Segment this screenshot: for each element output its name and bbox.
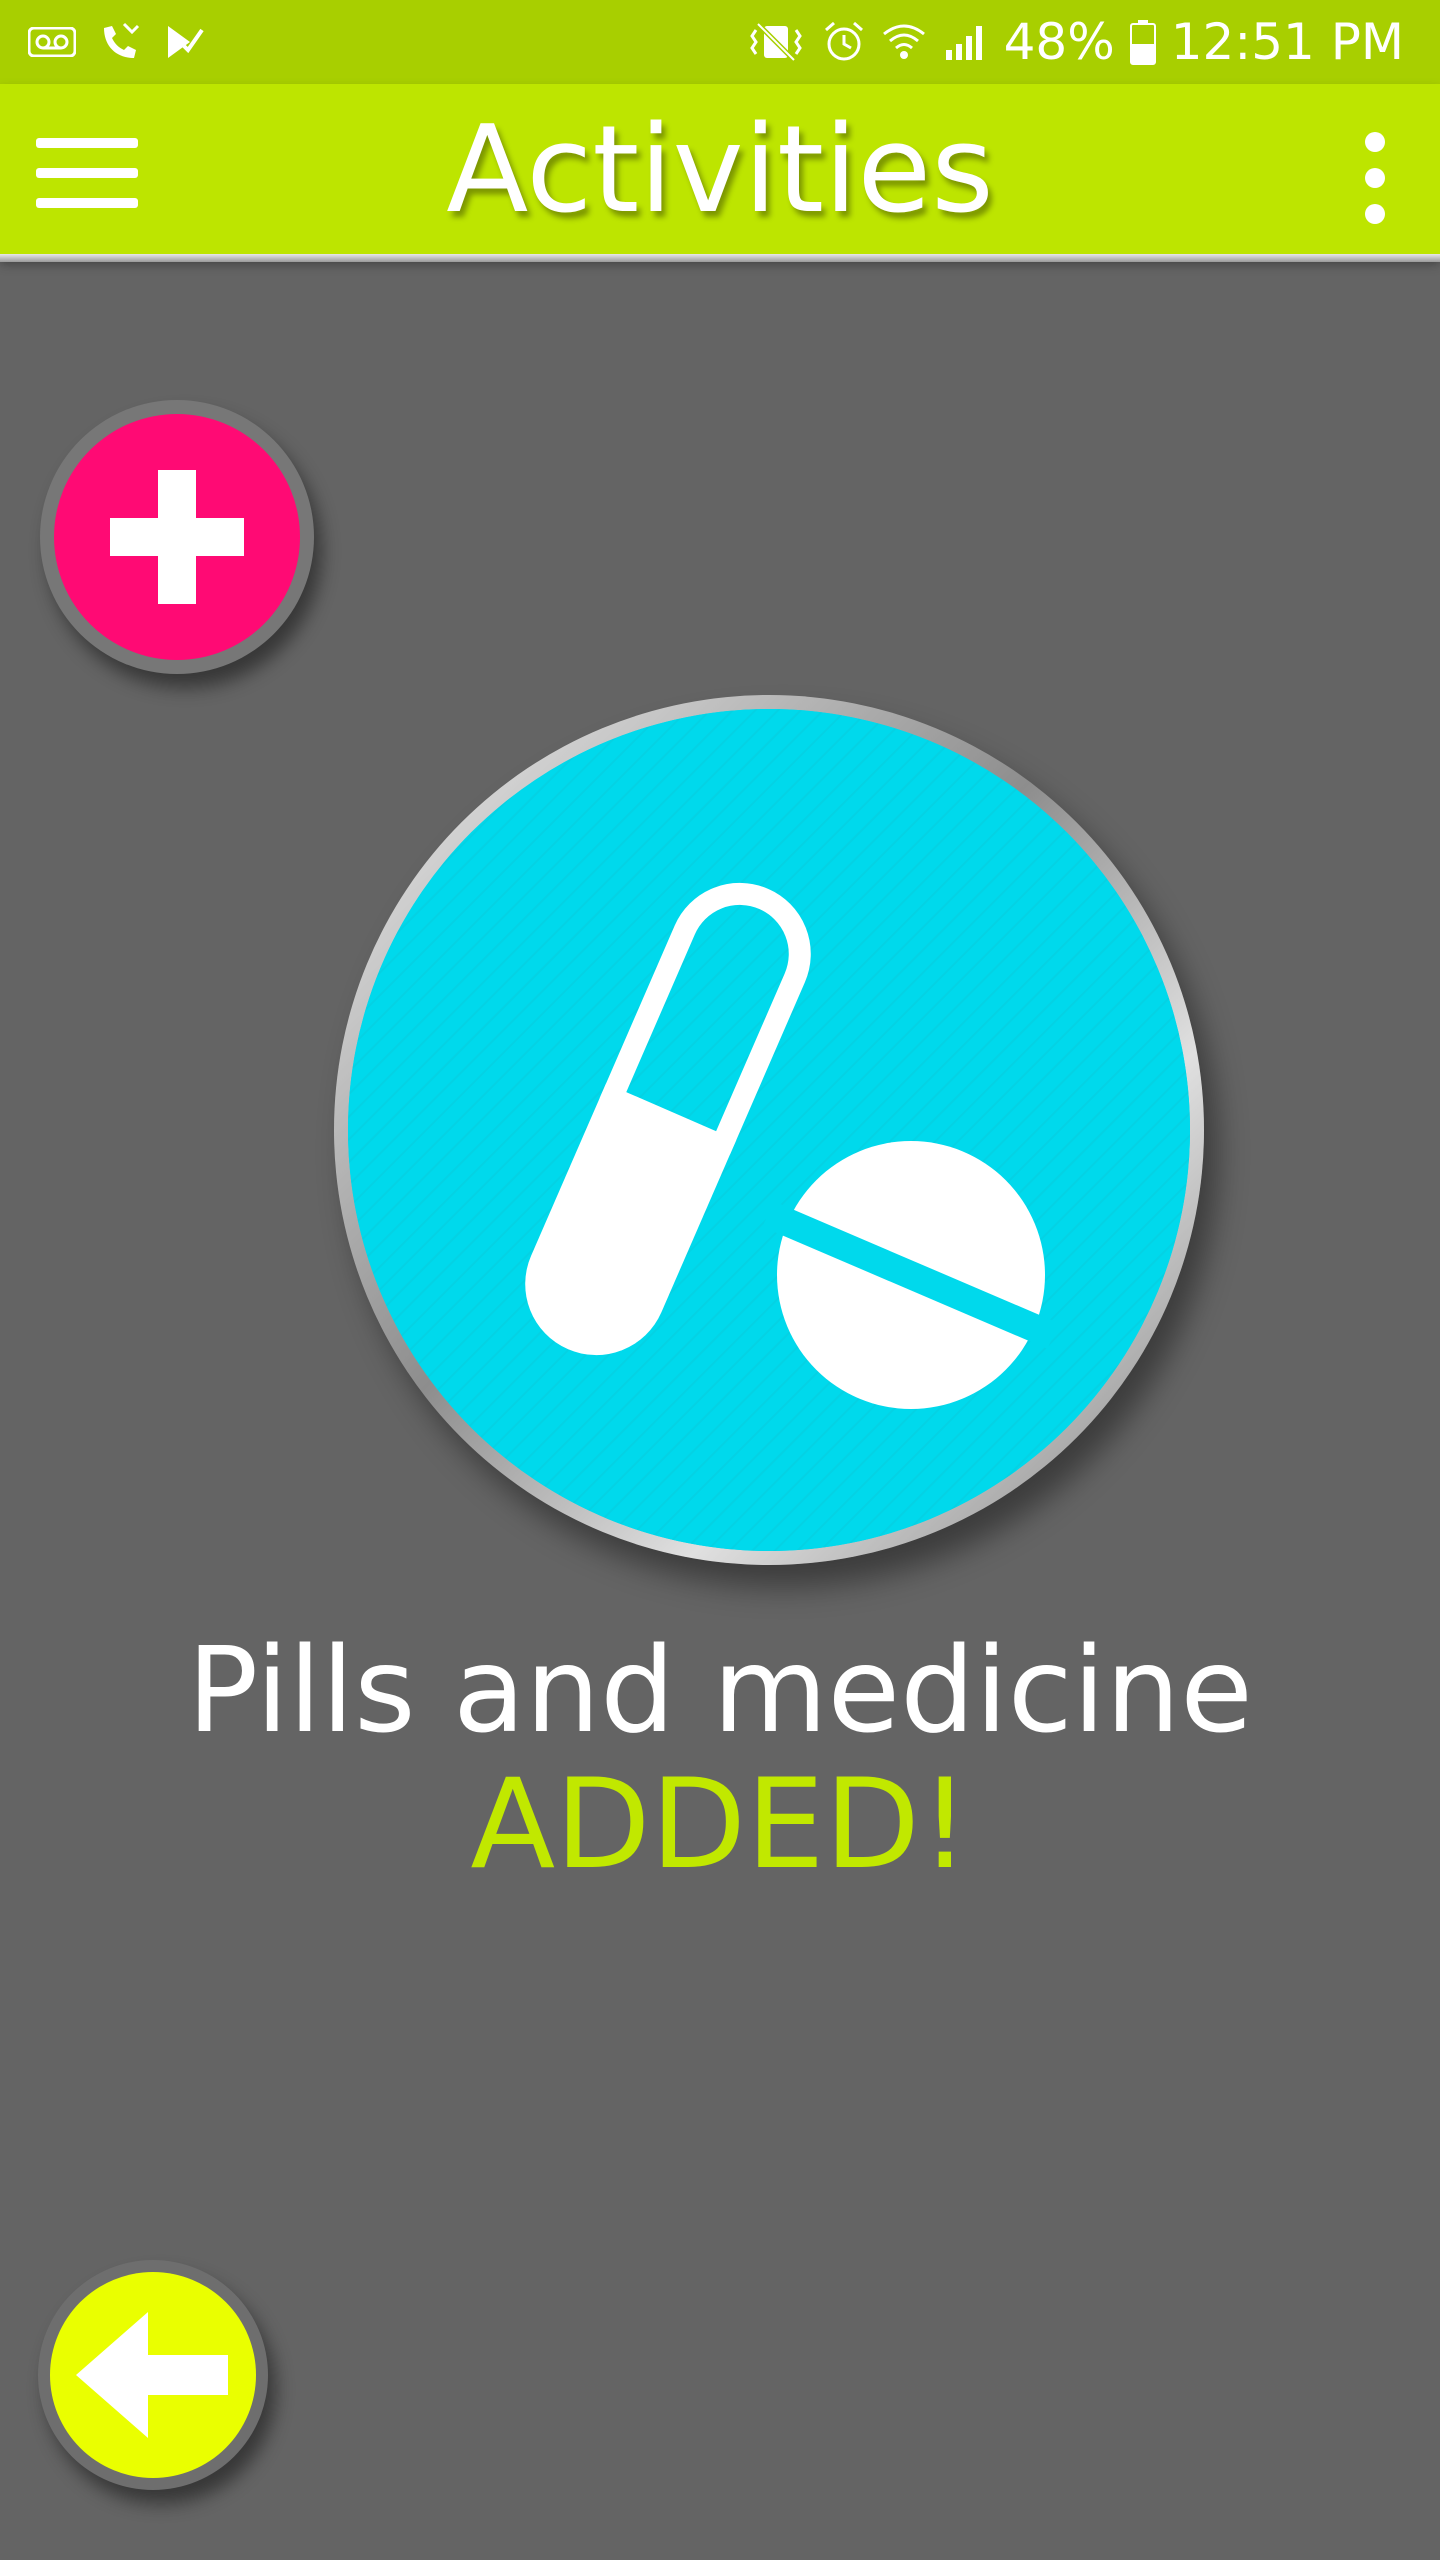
vibrate-icon bbox=[749, 22, 802, 62]
alarm-icon bbox=[824, 21, 863, 61]
missed-call-icon bbox=[104, 22, 140, 58]
signal-icon bbox=[945, 26, 982, 60]
app-bar: Activities bbox=[0, 84, 1440, 258]
arrow-left-icon bbox=[76, 2312, 228, 2438]
task-check-icon bbox=[168, 26, 204, 58]
added-status-label: ADDED! bbox=[470, 1753, 970, 1897]
page-title: Activities bbox=[446, 101, 994, 240]
add-button[interactable] bbox=[40, 400, 314, 674]
medicine-activity-badge bbox=[334, 695, 1204, 1565]
voicemail-icon bbox=[28, 27, 76, 57]
plus-icon bbox=[54, 414, 300, 660]
wifi-icon bbox=[882, 24, 925, 59]
battery-percent: 48% bbox=[1003, 13, 1115, 71]
menu-icon[interactable] bbox=[36, 134, 140, 214]
clock: 12:51 PM bbox=[1170, 13, 1404, 71]
app-bar-divider bbox=[0, 254, 1440, 262]
pills-icon bbox=[348, 709, 1190, 1551]
system-icons: 48% 12:51 PM bbox=[744, 0, 1404, 84]
activity-name: Pills and medicine bbox=[187, 1621, 1253, 1759]
more-vertical-icon[interactable] bbox=[1350, 132, 1400, 224]
notification-icons bbox=[28, 18, 204, 66]
status-bar: 48% 12:51 PM bbox=[0, 0, 1440, 84]
back-button[interactable] bbox=[38, 2260, 268, 2490]
battery-icon bbox=[1129, 20, 1156, 65]
